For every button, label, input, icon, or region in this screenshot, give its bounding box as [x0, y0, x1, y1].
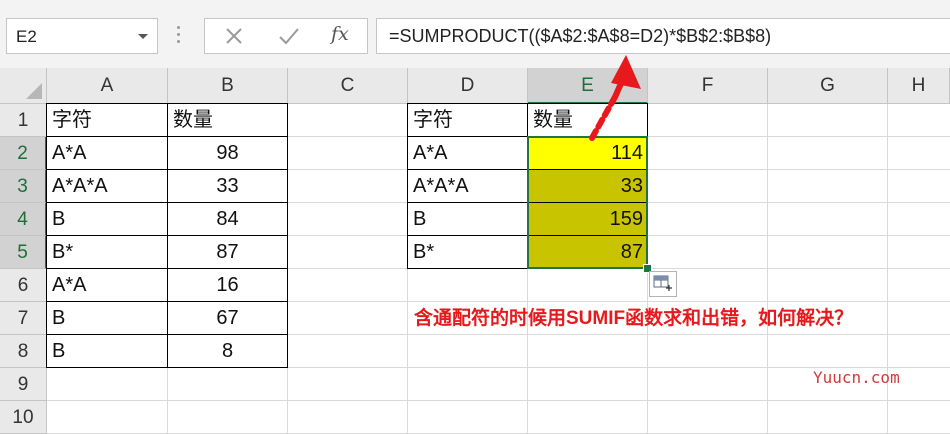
- annotation-text: 含通配符的时候用SUMIF函数求和出错，如何解决？: [414, 308, 854, 329]
- result-cell-character[interactable]: B: [407, 203, 528, 236]
- cancel-icon[interactable]: [223, 25, 245, 47]
- grip-icon[interactable]: [176, 26, 182, 46]
- table-cell-quantity[interactable]: 87: [168, 236, 288, 269]
- table-cell-character[interactable]: B*: [46, 236, 168, 269]
- table-cell-quantity[interactable]: 67: [168, 302, 288, 335]
- header-cell[interactable]: 数量: [528, 103, 648, 137]
- fx-icon[interactable]: fx: [331, 23, 357, 45]
- table-cell-quantity[interactable]: 98: [168, 137, 288, 170]
- column-header-b[interactable]: B: [168, 68, 288, 104]
- result-cell-quantity[interactable]: 159: [528, 203, 648, 236]
- name-box-value: E2: [16, 27, 37, 46]
- gridline: [47, 400, 950, 401]
- formula-text: =SUMPRODUCT(($A$2:$A$8=D2)*$B$2:$B$8): [389, 26, 772, 46]
- table-cell-quantity[interactable]: 84: [168, 203, 288, 236]
- watermark: Yuucn.com: [813, 368, 900, 387]
- header-cell[interactable]: 字符: [46, 103, 168, 137]
- table-cell-quantity[interactable]: 16: [168, 269, 288, 302]
- column-header-f[interactable]: F: [648, 68, 768, 104]
- column-header-c[interactable]: C: [288, 68, 408, 104]
- row-header-6[interactable]: 6: [0, 269, 47, 302]
- row-header-10[interactable]: 10: [0, 401, 47, 434]
- table-cell-character[interactable]: B: [46, 335, 168, 368]
- active-cell[interactable]: 114: [528, 137, 648, 170]
- row-header-4[interactable]: 4: [0, 203, 47, 236]
- formula-actions: fx: [204, 18, 368, 54]
- table-cell-quantity[interactable]: 33: [168, 170, 288, 203]
- row-header-3[interactable]: 3: [0, 170, 47, 203]
- quick-analysis-button[interactable]: [649, 271, 677, 297]
- result-cell-quantity[interactable]: 33: [528, 170, 648, 203]
- table-cell-character[interactable]: A*A*A: [46, 170, 168, 203]
- row-header-1[interactable]: 1: [0, 104, 47, 137]
- header-cell[interactable]: 字符: [407, 103, 528, 137]
- column-header-d[interactable]: D: [408, 68, 528, 104]
- column-header-a[interactable]: A: [47, 68, 168, 104]
- spreadsheet-grid: ABCDEFGH 1 2 3 4 5 6 7 8 9 10 字符 数量 A*A 98 A*A*A 33 B 84…: [0, 68, 950, 434]
- row-header-2[interactable]: 2: [0, 137, 47, 170]
- table-cell-quantity[interactable]: 8: [168, 335, 288, 368]
- result-cell-character[interactable]: A*A*A: [407, 170, 528, 203]
- formula-bar: E2 fx =SUMPRODUCT(($A$2:$A$8=D2)*$B$2:$B…: [0, 0, 950, 68]
- table-cell-character[interactable]: A*A: [46, 137, 168, 170]
- row-header-9[interactable]: 9: [0, 368, 47, 401]
- column-header-g[interactable]: G: [768, 68, 888, 104]
- row-header-5[interactable]: 5: [0, 236, 47, 269]
- name-box[interactable]: E2: [6, 18, 158, 54]
- table-cell-character[interactable]: B: [46, 203, 168, 236]
- result-cell-quantity[interactable]: 87: [528, 236, 648, 269]
- select-all-button[interactable]: [0, 68, 47, 104]
- chevron-down-icon[interactable]: [138, 34, 148, 39]
- result-cell-character[interactable]: B*: [407, 236, 528, 269]
- check-icon[interactable]: [277, 25, 301, 47]
- column-header-e[interactable]: E: [528, 68, 648, 104]
- table-cell-character[interactable]: B: [46, 302, 168, 335]
- column-header-h[interactable]: H: [888, 68, 950, 104]
- row-header-7[interactable]: 7: [0, 302, 47, 335]
- header-cell[interactable]: 数量: [168, 103, 288, 137]
- formula-input[interactable]: =SUMPRODUCT(($A$2:$A$8=D2)*$B$2:$B$8): [376, 18, 950, 54]
- row-header-8[interactable]: 8: [0, 335, 47, 368]
- table-cell-character[interactable]: A*A: [46, 269, 168, 302]
- result-cell-character[interactable]: A*A: [407, 137, 528, 170]
- quick-analysis-icon: [653, 275, 672, 291]
